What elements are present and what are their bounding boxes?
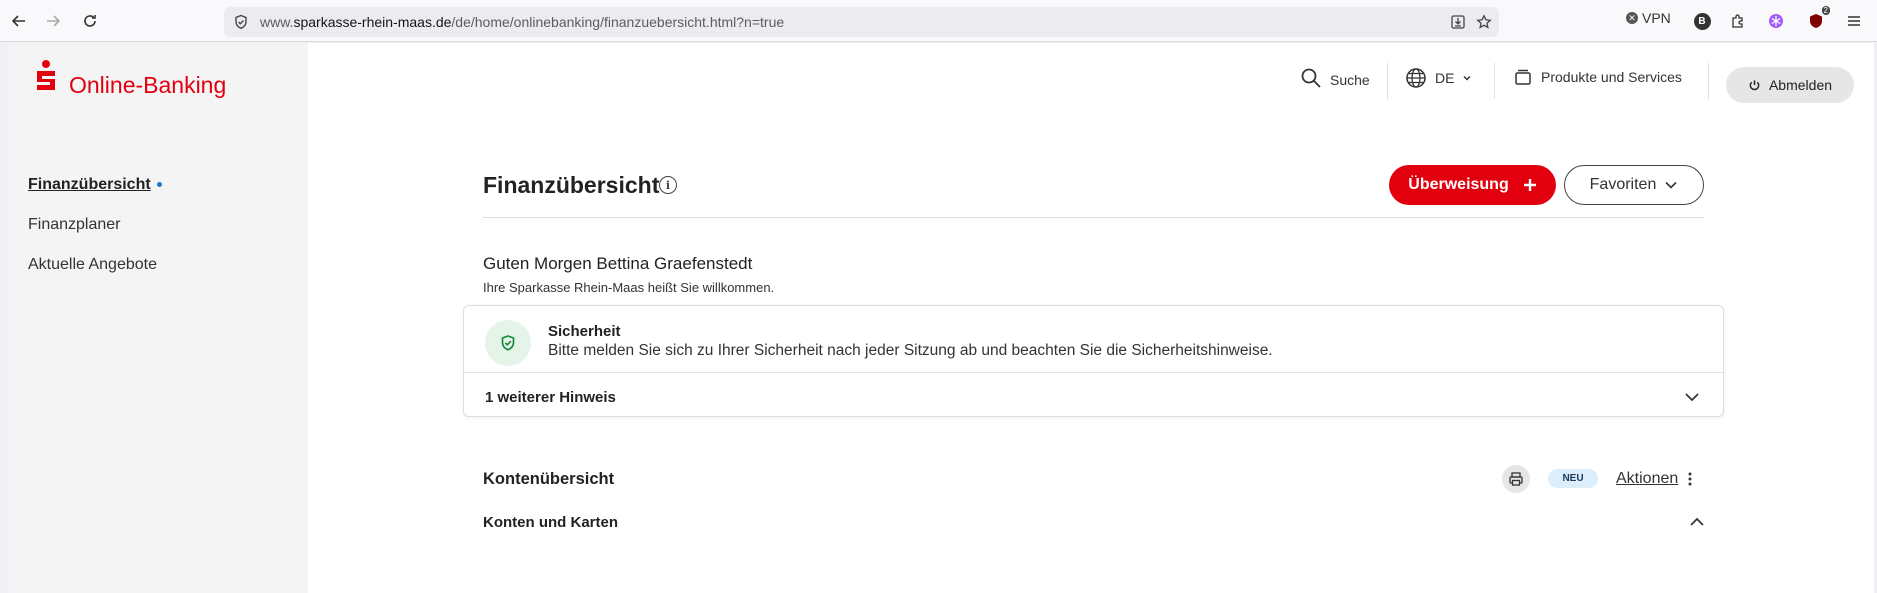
sidebar-item-label: Finanzplaner: [28, 216, 121, 233]
vpn-status[interactable]: ✕ VPN: [1626, 10, 1671, 26]
card-divider: [464, 372, 1723, 373]
site-security-icon[interactable]: [232, 13, 250, 31]
search-icon: [1301, 68, 1321, 88]
chevron-up-icon[interactable]: [1688, 513, 1706, 536]
chevron-down-icon[interactable]: [1683, 388, 1701, 411]
address-bar[interactable]: www.sparkasse-rhein-maas.de/de/home/onli…: [224, 7, 1499, 37]
vpn-label: VPN: [1642, 10, 1671, 26]
bookmark-star-icon[interactable]: [1475, 13, 1493, 31]
actions-menu-button[interactable]: Aktionen: [1616, 470, 1692, 488]
back-arrow-icon[interactable]: [8, 10, 30, 32]
print-button[interactable]: [1502, 465, 1530, 493]
security-shield-icon: [485, 320, 531, 366]
accounts-cards-section[interactable]: Konten und Karten: [483, 514, 618, 531]
sidebar-item-finanzuebersicht[interactable]: Finanzübersicht: [28, 176, 162, 194]
language-selector[interactable]: DE: [1405, 67, 1472, 89]
extensions-puzzle-icon[interactable]: [1728, 11, 1748, 31]
logout-label: Abmelden: [1768, 77, 1833, 93]
search-label: Suche: [1330, 71, 1370, 88]
globe-icon: [1406, 68, 1426, 88]
kebab-menu-icon: [1688, 472, 1692, 486]
nav-divider: [1708, 63, 1709, 99]
favorites-button[interactable]: Favoriten: [1564, 165, 1704, 205]
transfer-label: Überweisung: [1408, 176, 1509, 193]
chevron-down-icon: [1665, 181, 1677, 189]
profile-letter: B: [1693, 12, 1711, 30]
title-divider: [483, 217, 1704, 218]
greeting: Guten Morgen Bettina Graefenstedt: [483, 254, 753, 273]
products-services-button[interactable]: Produkte und Services: [1513, 67, 1682, 87]
language-label: DE: [1435, 70, 1455, 86]
sidebar-item-finanzplaner[interactable]: Finanzplaner: [28, 216, 121, 234]
plus-icon: [1523, 179, 1536, 191]
nav-divider: [1387, 63, 1388, 99]
download-page-icon[interactable]: [1449, 13, 1467, 31]
sidebar-item-label: Aktuelle Angebote: [28, 256, 157, 273]
security-title: Sicherheit: [548, 323, 621, 340]
info-icon[interactable]: i: [659, 176, 677, 194]
favorites-label: Favoriten: [1589, 176, 1657, 193]
power-icon: [1749, 79, 1760, 90]
vpn-off-icon: ✕: [1626, 12, 1638, 24]
accounts-overview-title: Kontenübersicht: [483, 470, 615, 488]
security-text: Bitte melden Sie sich zu Ihrer Sicherhei…: [548, 342, 1273, 359]
page-title: Finanzübersicht: [483, 172, 660, 198]
actions-label: Aktionen: [1616, 470, 1679, 487]
reload-icon[interactable]: [79, 10, 101, 32]
ublock-extension-icon[interactable]: 2: [1806, 6, 1830, 31]
profile-avatar[interactable]: B: [1692, 11, 1712, 31]
sparkasse-s-icon: [33, 59, 59, 99]
url-text: www.sparkasse-rhein-maas.de/de/home/onli…: [260, 14, 785, 30]
logout-button[interactable]: Abmelden: [1726, 67, 1854, 103]
extension-badge: 2: [1821, 6, 1830, 15]
greeting-subtitle: Ihre Sparkasse Rhein-Maas heißt Sie will…: [483, 280, 775, 295]
search-button[interactable]: Suche: [1300, 67, 1370, 89]
page-content: Online-Banking Finanzübersicht Finanzpla…: [8, 43, 1874, 593]
logo-text: Online-Banking: [69, 72, 227, 98]
sparkasse-logo[interactable]: Online-Banking: [33, 58, 226, 99]
active-indicator: [156, 182, 162, 188]
sidebar: Online-Banking Finanzübersicht Finanzpla…: [8, 43, 308, 593]
sidebar-item-label: Finanzübersicht: [28, 176, 151, 193]
hamburger-menu-icon[interactable]: [1844, 11, 1864, 31]
more-hints-toggle[interactable]: 1 weiterer Hinweis: [485, 389, 616, 406]
chevron-down-icon: [1463, 76, 1471, 81]
printer-icon: [1509, 472, 1523, 486]
products-icon: [1515, 69, 1531, 85]
forward-arrow-icon[interactable]: [42, 10, 64, 32]
transfer-button[interactable]: Überweisung: [1389, 165, 1556, 205]
new-badge: NEU: [1548, 469, 1598, 488]
sidebar-item-aktuelle-angebote[interactable]: Aktuelle Angebote: [28, 256, 157, 274]
products-label: Produkte und Services: [1541, 69, 1682, 85]
snowflake-extension-icon[interactable]: [1766, 11, 1786, 31]
browser-toolbar: www.sparkasse-rhein-maas.de/de/home/onli…: [0, 0, 1877, 42]
security-notice-card: Sicherheit Bitte melden Sie sich zu Ihre…: [463, 305, 1724, 417]
nav-divider: [1494, 63, 1495, 99]
